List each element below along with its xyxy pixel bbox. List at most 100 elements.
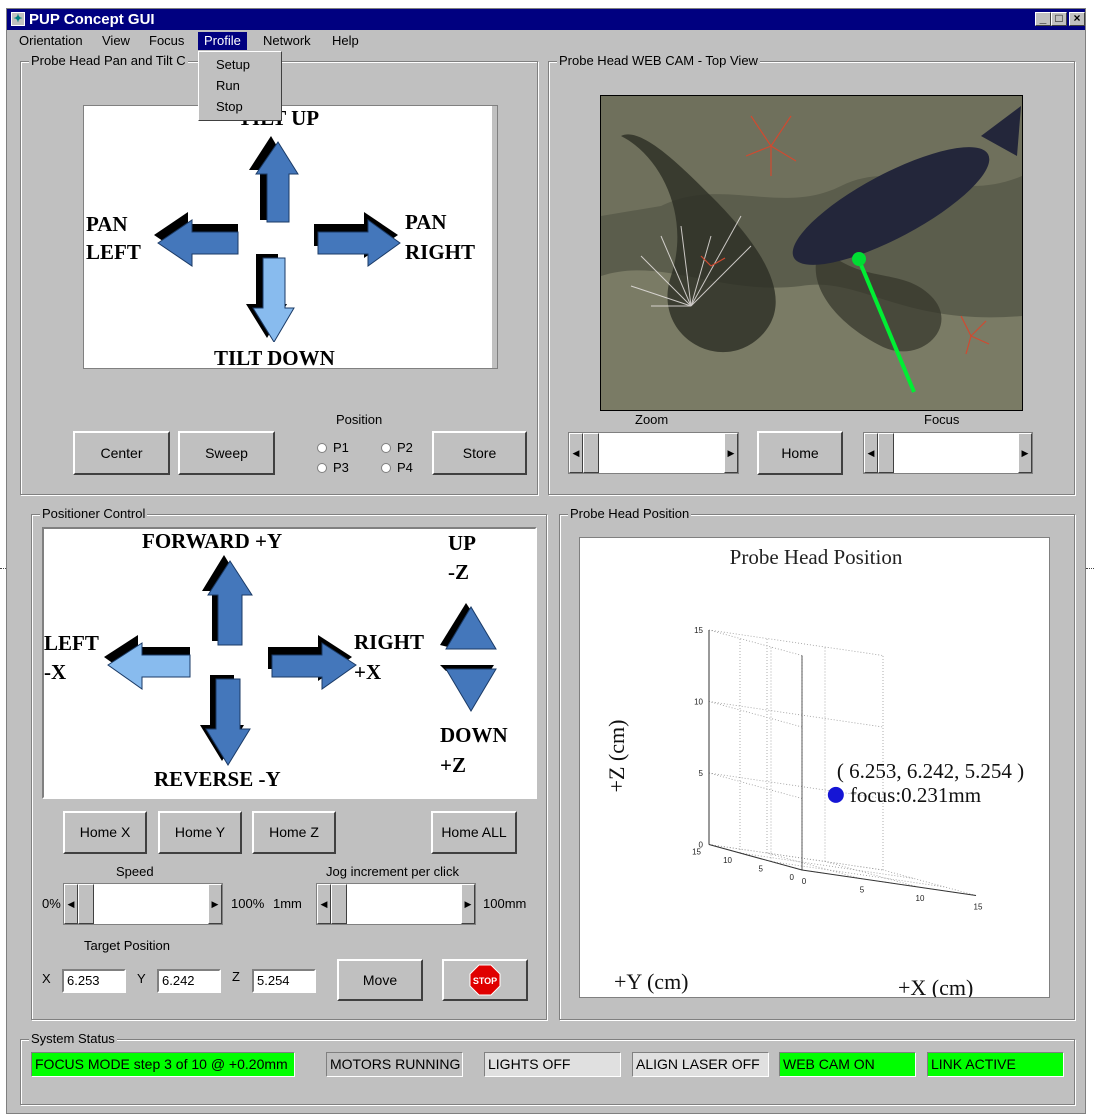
menu-view[interactable]: View <box>96 32 136 50</box>
guide-line-right <box>1086 568 1094 569</box>
status-webcam: WEB CAM ON <box>779 1052 916 1077</box>
minimize-button[interactable]: _ <box>1035 12 1051 26</box>
jog-thumb[interactable] <box>331 884 347 924</box>
probe-position-group-label: Probe Head Position <box>568 506 692 521</box>
move-button[interactable]: Move <box>337 959 423 1001</box>
focus-slider[interactable]: ◀ ▶ <box>863 432 1033 474</box>
pan-right-arrow-icon[interactable] <box>312 210 402 280</box>
z-tick-label: 15 <box>694 626 703 635</box>
target-x-label: X <box>42 971 51 986</box>
focus-annotation: focus:0.231mm <box>850 783 981 807</box>
speed-slider[interactable]: ◀ ▶ <box>63 883 223 925</box>
pan-tilt-pad: TILT UP PAN LEFT PAN RIGHT TILT DOWN <box>83 105 498 370</box>
z-axis-label: +Z (cm) <box>604 720 629 793</box>
zoom-right-arrow-icon[interactable]: ▶ <box>724 433 738 473</box>
left-arrow-icon[interactable] <box>102 633 194 703</box>
tilt-up-arrow-icon[interactable] <box>244 134 304 224</box>
grid-line <box>708 844 884 871</box>
zoom-left-arrow-icon[interactable]: ◀ <box>569 433 583 473</box>
zoom-label: Zoom <box>635 412 669 427</box>
preset-p2-radio[interactable] <box>381 443 391 453</box>
speed-left-arrow-icon[interactable]: ◀ <box>64 884 78 924</box>
jog-max-label: 100mm <box>483 896 527 911</box>
preset-p3-radio[interactable] <box>317 463 327 473</box>
zoom-slider[interactable]: ◀ ▶ <box>568 432 739 474</box>
menu-network[interactable]: Network <box>257 32 317 50</box>
focus-right-arrow-icon[interactable]: ▶ <box>1018 433 1032 473</box>
status-motors: MOTORS RUNNING <box>326 1052 463 1077</box>
menu-orientation[interactable]: Orientation <box>13 32 89 50</box>
speed-right-arrow-icon[interactable]: ▶ <box>208 884 222 924</box>
target-y-input[interactable]: 6.242 <box>157 969 221 993</box>
up-label-1: UP <box>448 531 476 555</box>
probe-position-point[interactable] <box>827 786 844 803</box>
grid-line <box>824 861 919 888</box>
preset-p1-radio[interactable] <box>317 443 327 453</box>
jog-label: Jog increment per click <box>326 864 459 879</box>
app-icon: ✦ <box>11 12 25 26</box>
zoom-thumb[interactable] <box>583 433 599 473</box>
positioner-group-label: Positioner Control <box>40 506 148 521</box>
left-label-1: LEFT <box>44 631 99 655</box>
target-position-label: Target Position <box>84 938 170 953</box>
jog-left-arrow-icon[interactable]: ◀ <box>317 884 331 924</box>
status-align-laser: ALIGN LASER OFF <box>632 1052 769 1077</box>
center-button[interactable]: Center <box>73 431 170 475</box>
menu-item-run[interactable]: Run <box>216 78 240 93</box>
focus-left-arrow-icon[interactable]: ◀ <box>864 433 878 473</box>
home-z-button[interactable]: Home Z <box>252 811 336 854</box>
home-x-button[interactable]: Home X <box>63 811 147 854</box>
pan-tilt-pad-scrollbar[interactable] <box>492 106 497 368</box>
plot-title: Probe Head Position <box>730 545 903 569</box>
y-tick-label: 5 <box>759 865 764 874</box>
down-triangle-icon[interactable] <box>438 659 502 715</box>
left-label-2: -X <box>44 660 67 684</box>
menu-help[interactable]: Help <box>326 32 365 50</box>
jog-slider[interactable]: ◀ ▶ <box>316 883 476 925</box>
grid-line <box>708 629 803 656</box>
stop-icon-text: STOP <box>473 976 497 986</box>
reverse-arrow-icon[interactable] <box>196 673 258 767</box>
forward-arrow-icon[interactable] <box>196 553 258 647</box>
close-button[interactable]: × <box>1069 12 1085 26</box>
home-y-button[interactable]: Home Y <box>158 811 242 854</box>
pan-left-arrow-icon[interactable] <box>152 210 242 280</box>
stop-button[interactable]: STOP <box>442 959 528 1001</box>
menu-item-stop[interactable]: Stop <box>216 99 243 114</box>
pan-left-label-2: LEFT <box>86 240 141 264</box>
z-tick-label: 10 <box>694 698 703 707</box>
grid-line <box>708 629 884 656</box>
store-button[interactable]: Store <box>432 431 527 475</box>
status-link: LINK ACTIVE <box>927 1052 1064 1077</box>
tilt-down-arrow-icon[interactable] <box>244 252 304 342</box>
maximize-button[interactable]: □ <box>1051 12 1067 26</box>
menu-item-setup[interactable]: Setup <box>216 57 250 72</box>
webcam-home-button[interactable]: Home <box>757 431 843 475</box>
sweep-button[interactable]: Sweep <box>178 431 275 475</box>
up-label-2: -Z <box>448 560 469 584</box>
menu-focus[interactable]: Focus <box>143 32 190 50</box>
preset-p4-label: P4 <box>397 460 413 475</box>
up-triangle-icon[interactable] <box>438 597 502 653</box>
target-z-input[interactable]: 5.254 <box>252 969 316 993</box>
home-all-button[interactable]: Home ALL <box>431 811 517 854</box>
pan-left-label-1: PAN <box>86 212 128 236</box>
preset-p2-label: P2 <box>397 440 413 455</box>
focus-thumb[interactable] <box>878 433 894 473</box>
target-x-input[interactable]: 6.253 <box>62 969 126 993</box>
speed-thumb[interactable] <box>78 884 94 924</box>
probe-plot-panel: Probe Head Position 0 5 10 15 15 10 5 0 0 5 10 15 +… <box>579 537 1050 1000</box>
jog-right-arrow-icon[interactable]: ▶ <box>461 884 475 924</box>
grid-line <box>766 852 861 879</box>
preset-p4-radio[interactable] <box>381 463 391 473</box>
coordinate-annotation: ( 6.253, 6.242, 5.254 ) <box>837 759 1024 783</box>
menu-bar: Orientation View Focus Profile Network H… <box>7 30 1085 52</box>
forward-label: FORWARD +Y <box>142 529 283 553</box>
right-arrow-icon[interactable] <box>266 633 358 703</box>
profile-dropdown: Setup Run Stop <box>198 51 282 121</box>
menu-profile[interactable]: Profile <box>198 32 247 50</box>
y-axis-label: +Y (cm) <box>614 969 689 994</box>
webcam-scene <box>601 96 1022 410</box>
pan-tilt-group-label: Probe Head Pan and Tilt C <box>29 53 188 68</box>
target-y-label: Y <box>137 971 146 986</box>
